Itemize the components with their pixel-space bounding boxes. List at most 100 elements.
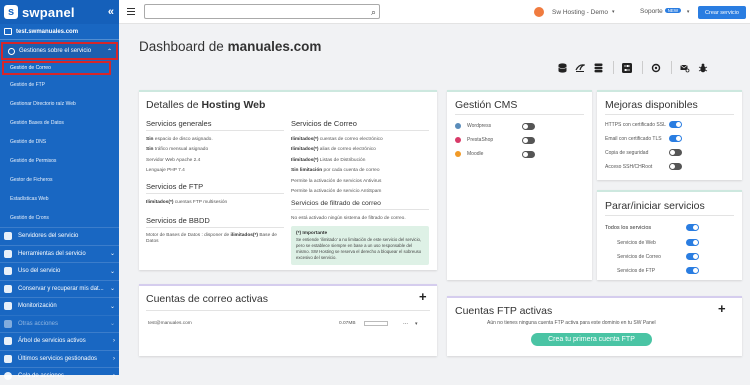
sidebar-sub-directorio[interactable]: Gestionar Directorio raíz Web: [0, 94, 119, 113]
chevron-down-icon[interactable]: ▾: [415, 321, 418, 327]
create-ftp-account-button[interactable]: Crea tu primera cuenta FTP: [531, 333, 652, 346]
swpanel-logo-icon[interactable]: s: [4, 5, 18, 19]
backup-toggle[interactable]: [669, 149, 682, 156]
ssh-toggle[interactable]: [669, 163, 682, 170]
add-ftp-account-button[interactable]: +: [718, 301, 726, 316]
web-service-toggle[interactable]: [686, 239, 699, 246]
add-mail-account-button[interactable]: +: [419, 289, 427, 304]
all-services-label: Todos los servicios: [605, 225, 652, 231]
card-title: Parar/iniciar servicios: [605, 200, 705, 212]
server-icon: [4, 28, 12, 35]
sidebar-item-uso[interactable]: Uso del servicio ⌄: [0, 262, 119, 280]
sidebar-item-label: Servidores del servicio: [18, 233, 79, 240]
sidebar-sub-correo[interactable]: Gestión de Correo: [2, 61, 111, 75]
mail-line: Ilimitados(*) alias de correo electrónic…: [291, 147, 376, 152]
tls-toggle[interactable]: [669, 135, 682, 142]
sidebar-item-otras[interactable]: Otras acciones ⌄: [0, 314, 119, 333]
chevron-down-icon: ▾: [612, 9, 615, 15]
chevron-down-icon: ⌄: [109, 286, 115, 293]
sidebar-sub-ftp[interactable]: Gestión de FTP: [0, 75, 119, 94]
support-menu[interactable]: Soporte NEW ▾: [640, 8, 689, 15]
all-services-toggle[interactable]: [686, 224, 699, 231]
bbdd-services-title: Servicios de BBDD: [146, 215, 210, 225]
mail-line: Permite la activación de servicios Antiv…: [291, 178, 382, 184]
brand-name[interactable]: swpanel: [22, 5, 75, 20]
sidebar-item-arbol[interactable]: Árbol de servicios activos ›: [0, 332, 119, 350]
sidebar-sub-estadisticas[interactable]: Estadísticas Web: [0, 189, 119, 208]
database-stack-icon[interactable]: [593, 62, 603, 73]
cms-label: Wordpress: [467, 123, 492, 129]
sidebar-sub-dns[interactable]: Gestión de DNS: [0, 132, 119, 151]
card-title: Gestión CMS: [455, 99, 518, 111]
search-icon[interactable]: ⌕: [371, 7, 376, 18]
sidebar-item-label: Otras acciones: [18, 320, 59, 327]
sliders-icon[interactable]: [622, 62, 632, 73]
note-title: (*) Importante: [296, 230, 328, 236]
sidebar-item-label: Conservar y recuperar mis dat...: [18, 285, 104, 292]
queue-icon: [4, 372, 12, 381]
sidebar-sub-crons[interactable]: Gestión de Crons: [0, 208, 119, 227]
chart-icon: [4, 267, 12, 276]
moodle-icon: [455, 151, 461, 157]
mail-line: Ilimitados(*) Listas de Distribución: [291, 157, 366, 163]
upgrade-label: HTTPS con certificado SSL: [605, 122, 666, 128]
service-label: Servicios de Correo: [617, 254, 661, 260]
sidebar-item-ultimos[interactable]: Últimos servicios gestionados ›: [0, 349, 119, 368]
tools-icon: [4, 249, 12, 258]
filter-line: No está activado ningún sistema de filtr…: [291, 215, 406, 221]
mail-accounts-card: Cuentas de correo activas + test@manuale…: [139, 284, 437, 356]
list-icon: [4, 354, 12, 363]
mail-service-toggle[interactable]: [686, 253, 699, 260]
sidebar-item-herramientas[interactable]: Herramientas del servicio ⌄: [0, 244, 119, 263]
sync-icon[interactable]: [651, 62, 661, 73]
sidebar-item-label: Uso del servicio: [18, 268, 61, 275]
sidebar-item-monitorizacion[interactable]: Monitorización ⌄: [0, 297, 119, 315]
search-input[interactable]: ⌕: [144, 4, 380, 19]
toolbar-divider: [671, 61, 672, 74]
card-title: Detalles de Hosting Web: [146, 99, 265, 111]
general-services-title: Servicios generales: [146, 119, 212, 128]
sidebar-header: s swpanel «: [0, 0, 119, 24]
main-content: Dashboard de manuales.com Detalles de Ho…: [119, 24, 750, 375]
row-menu-icon[interactable]: ...: [403, 320, 408, 326]
sidebar-sub-permisos[interactable]: Gestión de Permisos: [0, 151, 119, 170]
sidebar-domain[interactable]: test.swmanuales.com: [0, 24, 119, 40]
filter-services-title: Servicios de filtrado de correo: [291, 200, 381, 207]
ssl-toggle[interactable]: [669, 121, 682, 128]
service-label: Servicios de FTP: [617, 268, 656, 274]
mysql-icon[interactable]: [575, 62, 585, 73]
ftp-accounts-card: Cuentas FTP activas + Aún no tienes ning…: [447, 296, 742, 356]
sidebar-group-gestiones[interactable]: Gestiones sobre el servicio ⌃: [1, 42, 118, 60]
sidebar-item-cola[interactable]: Cola de acciones ›: [0, 367, 119, 385]
collapse-sidebar-icon[interactable]: «: [108, 6, 114, 18]
gear-icon: [8, 47, 15, 55]
wordpress-toggle[interactable]: [522, 123, 535, 130]
sidebar-item-servidores[interactable]: Servidores del servicio: [0, 227, 119, 245]
support-label: Soporte: [640, 8, 663, 15]
sidebar: s swpanel « test.swmanuales.com Gestione…: [0, 0, 119, 381]
divider: [146, 226, 284, 228]
divider: [291, 130, 429, 131]
moodle-toggle[interactable]: [522, 151, 535, 158]
mail-line: Ilimitados(*) cuentas de correo electrón…: [291, 136, 383, 142]
database-icon[interactable]: [557, 62, 567, 73]
ftp-line: Ilimitados(*) cuentas FTP multisesión: [146, 199, 228, 205]
service-label: Servicios de Web: [617, 240, 656, 246]
toolbar: [557, 61, 716, 74]
chevron-right-icon: ›: [113, 338, 115, 345]
mail-search-icon[interactable]: [680, 62, 690, 73]
prestashop-toggle[interactable]: [522, 137, 535, 144]
sidebar-item-conservar[interactable]: Conservar y recuperar mis dat... ⌄: [0, 279, 119, 298]
chevron-up-icon: ⌃: [106, 48, 112, 55]
divider: [605, 215, 734, 216]
divider: [605, 114, 734, 115]
monitor-icon: [4, 302, 12, 311]
sidebar-sub-ficheros[interactable]: Gestor de Ficheros: [0, 170, 119, 189]
bug-icon[interactable]: [698, 62, 708, 73]
upgrade-label: Email con certificado TLS: [605, 136, 662, 142]
sidebar-sub-bbdd[interactable]: Gestión Bases de Datos: [0, 113, 119, 132]
ftp-service-toggle[interactable]: [686, 267, 699, 274]
account-selector[interactable]: Sw Hosting - Demo ▾: [534, 7, 615, 17]
menu-icon[interactable]: [127, 8, 135, 15]
create-service-button[interactable]: Crear servicio: [698, 6, 746, 19]
